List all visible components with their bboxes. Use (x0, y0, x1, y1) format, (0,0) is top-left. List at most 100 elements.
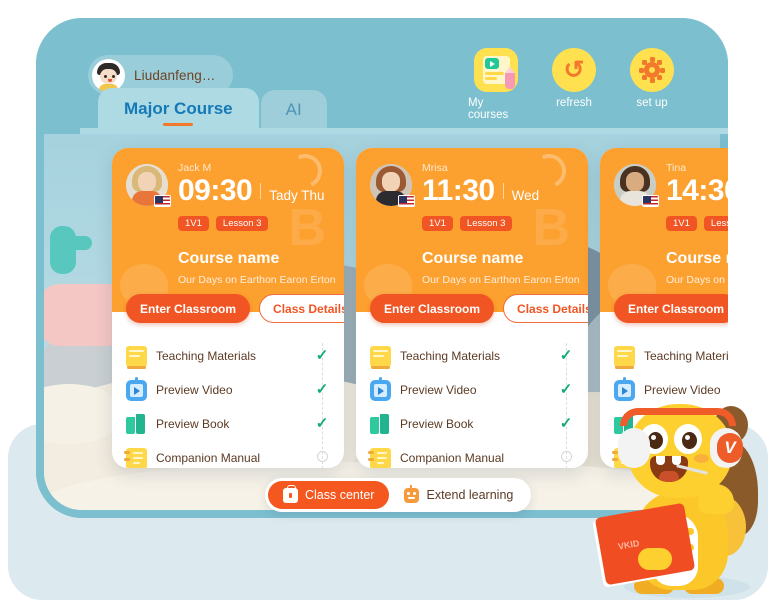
headphone-badge: V (717, 433, 743, 463)
extend-learning-label: Extend learning (426, 488, 514, 502)
list-item-label: Teaching Materials (400, 349, 501, 363)
class-time: 14:30 (666, 174, 728, 207)
tablet-logo: VKID (617, 538, 641, 552)
app-screenshot: Liudanfeng… My courses ↺ refresh set up … (0, 0, 772, 608)
divider (260, 182, 262, 199)
course-subtitle: Our Days on Earthon Earon Erton (178, 274, 336, 286)
enter-classroom-button[interactable]: Enter Classroom (614, 294, 728, 323)
list-item[interactable]: Preview Book ✓ (370, 407, 574, 441)
list-item[interactable]: Preview Book ✓ (126, 407, 330, 441)
refresh-icon: ↺ (552, 48, 596, 92)
list-item[interactable]: Preview Video ✓ (126, 373, 330, 407)
tag-lesson: Lesson 3 (703, 215, 728, 231)
class-details-button[interactable]: Class Details (503, 294, 588, 323)
class-details-button[interactable]: Class Details (259, 294, 344, 323)
status-check: ✓ (315, 415, 329, 432)
class-center-label: Class center (305, 488, 375, 502)
book-icon (370, 345, 391, 369)
tag-mode: 1V1 (422, 215, 453, 231)
vkid-mascot: V VKID (594, 388, 772, 600)
card-tags: 1V1 Lesson 3 (614, 215, 728, 231)
list-item-label: Preview Video (400, 383, 477, 397)
flag-icon (642, 195, 659, 207)
tab-ai[interactable]: AI (260, 90, 327, 130)
class-center-button[interactable]: Class center (268, 481, 390, 509)
tag-lesson: Lesson 3 (459, 215, 513, 231)
enter-classroom-button[interactable]: Enter Classroom (370, 294, 495, 323)
enter-classroom-button[interactable]: Enter Classroom (126, 294, 251, 323)
status-pending (314, 449, 330, 467)
list-item-label: Companion Manual (400, 451, 505, 465)
list-item[interactable]: Teaching Materials ✓ (370, 339, 574, 373)
list-item[interactable]: Companion Manual (124, 441, 330, 468)
my-courses-icon (474, 48, 518, 92)
list-item[interactable]: Preview Video ✓ (370, 373, 574, 407)
teacher-avatar (126, 164, 171, 207)
headphone-band-icon (620, 408, 736, 426)
card-header: B (600, 148, 728, 312)
tag-mode: 1V1 (666, 215, 697, 231)
card-actions: Enter Classroom Class Details (126, 294, 344, 323)
book-icon (614, 345, 635, 369)
list-item-label: Preview Book (156, 417, 230, 431)
status-check: ✓ (559, 415, 573, 432)
course-title: Course name (422, 250, 524, 267)
list-item-label: Teaching Materials (156, 349, 257, 363)
course-name-block: Course name Our Days on Earthon Earon Er… (370, 250, 580, 286)
tab-label-major-course: Major Course (124, 99, 233, 118)
flag-icon (154, 195, 171, 207)
user-name-label: Liudanfeng… (134, 67, 216, 83)
tab-label-ai: AI (285, 100, 302, 119)
card-actions: Enter Classroom Class Details (370, 294, 588, 323)
refresh-glyph: ↺ (563, 55, 585, 84)
divider (502, 182, 504, 199)
list-item[interactable]: Companion Manual (368, 441, 574, 468)
extend-learning-button[interactable]: Extend learning (389, 481, 528, 509)
book-icon (126, 345, 147, 369)
status-check: ✓ (315, 347, 329, 364)
tool-label-set-up: set up (636, 97, 668, 109)
course-card[interactable]: B (112, 148, 344, 468)
tool-label-my-courses: My courses (468, 97, 509, 121)
card-header: B (356, 148, 588, 312)
card-header: B (112, 148, 344, 312)
tab-major-course[interactable]: Major Course (98, 88, 259, 130)
tool-set-up[interactable]: set up (624, 48, 680, 121)
headphone-cup-left (618, 428, 650, 468)
video-icon (370, 376, 391, 401)
tool-my-courses[interactable]: My courses (468, 48, 524, 121)
tag-mode: 1V1 (178, 215, 209, 231)
gear-icon (630, 48, 674, 92)
course-card[interactable]: B (356, 148, 588, 468)
status-check: ✓ (559, 381, 573, 398)
user-avatar-icon (92, 58, 125, 92)
course-subtitle: Our Days on Earthon Earon Erton (666, 274, 728, 286)
course-title: Course name (666, 250, 728, 267)
teacher-avatar (370, 164, 415, 207)
tool-label-refresh: refresh (556, 97, 592, 109)
tool-refresh[interactable]: ↺ refresh (546, 48, 602, 121)
video-icon (126, 376, 147, 401)
tag-lesson: Lesson 3 (215, 215, 269, 231)
toolbar: My courses ↺ refresh set up (468, 48, 680, 121)
list-item-label: Preview Book (400, 417, 474, 431)
manual-icon (368, 447, 391, 468)
status-pending (558, 449, 574, 467)
teacher-name: Jack M (178, 162, 212, 174)
class-time: 11:30 (422, 174, 495, 207)
list-item[interactable]: Teaching Materials (614, 339, 728, 373)
list-item-label: Preview Video (156, 383, 233, 397)
teacher-name: Tina (666, 162, 687, 174)
flag-icon (398, 195, 415, 207)
bag-icon (283, 485, 298, 503)
open-book-icon (126, 413, 147, 435)
class-day: Tady Thu (269, 188, 325, 203)
tab-bar: Major Course AI (98, 88, 327, 130)
teacher-name: Mrisa (422, 162, 448, 174)
list-item[interactable]: Teaching Materials ✓ (126, 339, 330, 373)
manual-icon (124, 447, 147, 468)
list-item-label: Companion Manual (156, 451, 261, 465)
list-item-label: Teaching Materials (644, 349, 728, 363)
course-name-block: Course name Our Days on Earthon Earon Er… (126, 250, 336, 286)
card-actions: Enter Classroom Class Details (614, 294, 728, 323)
